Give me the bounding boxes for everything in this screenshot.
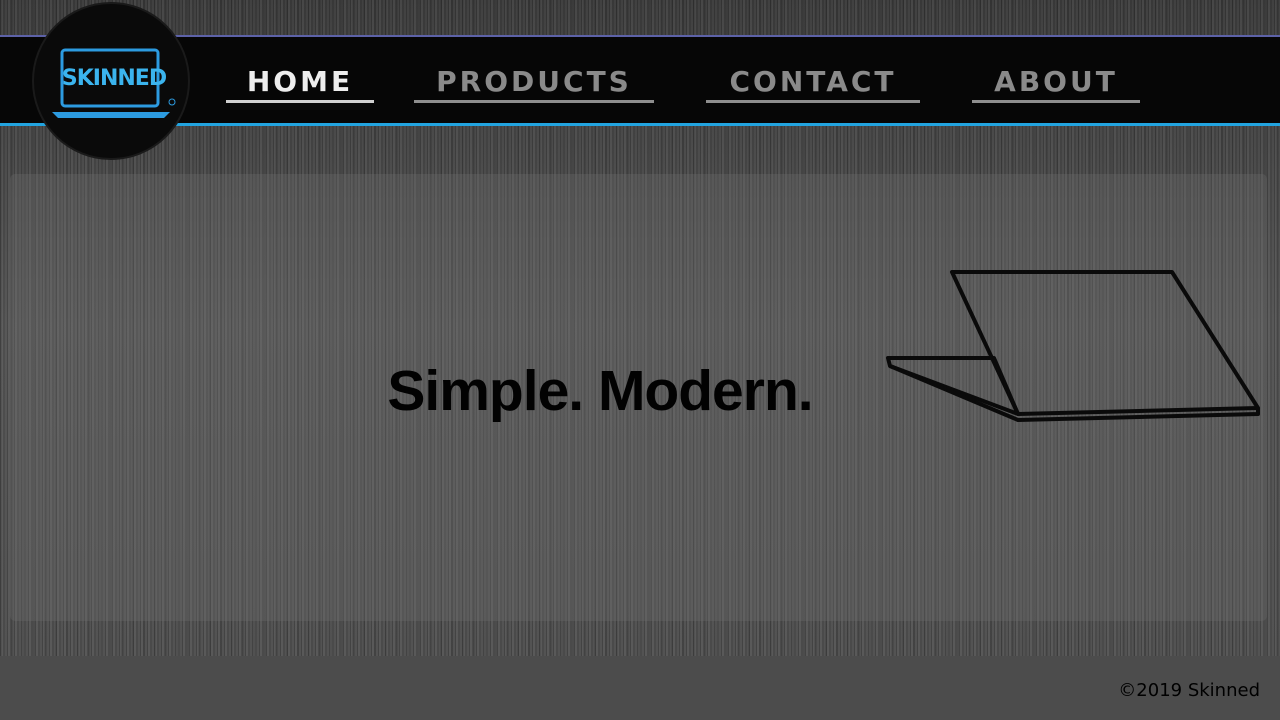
laptop-illustration	[886, 270, 1260, 422]
copyright-text: ©2019 Skinned	[1118, 680, 1260, 701]
nav-item-home[interactable]: HOME	[226, 64, 374, 103]
nav-item-contact[interactable]: CONTACT	[706, 64, 920, 103]
brand-logo[interactable]: SKINNED	[32, 2, 190, 160]
brand-name: SKINNED	[61, 66, 167, 91]
nav-item-products[interactable]: PRODUCTS	[414, 64, 654, 103]
hero-title: Simple. Modern.	[387, 359, 813, 423]
footer: ©2019 Skinned	[0, 656, 1280, 720]
nav-item-about[interactable]: ABOUT	[972, 64, 1140, 103]
